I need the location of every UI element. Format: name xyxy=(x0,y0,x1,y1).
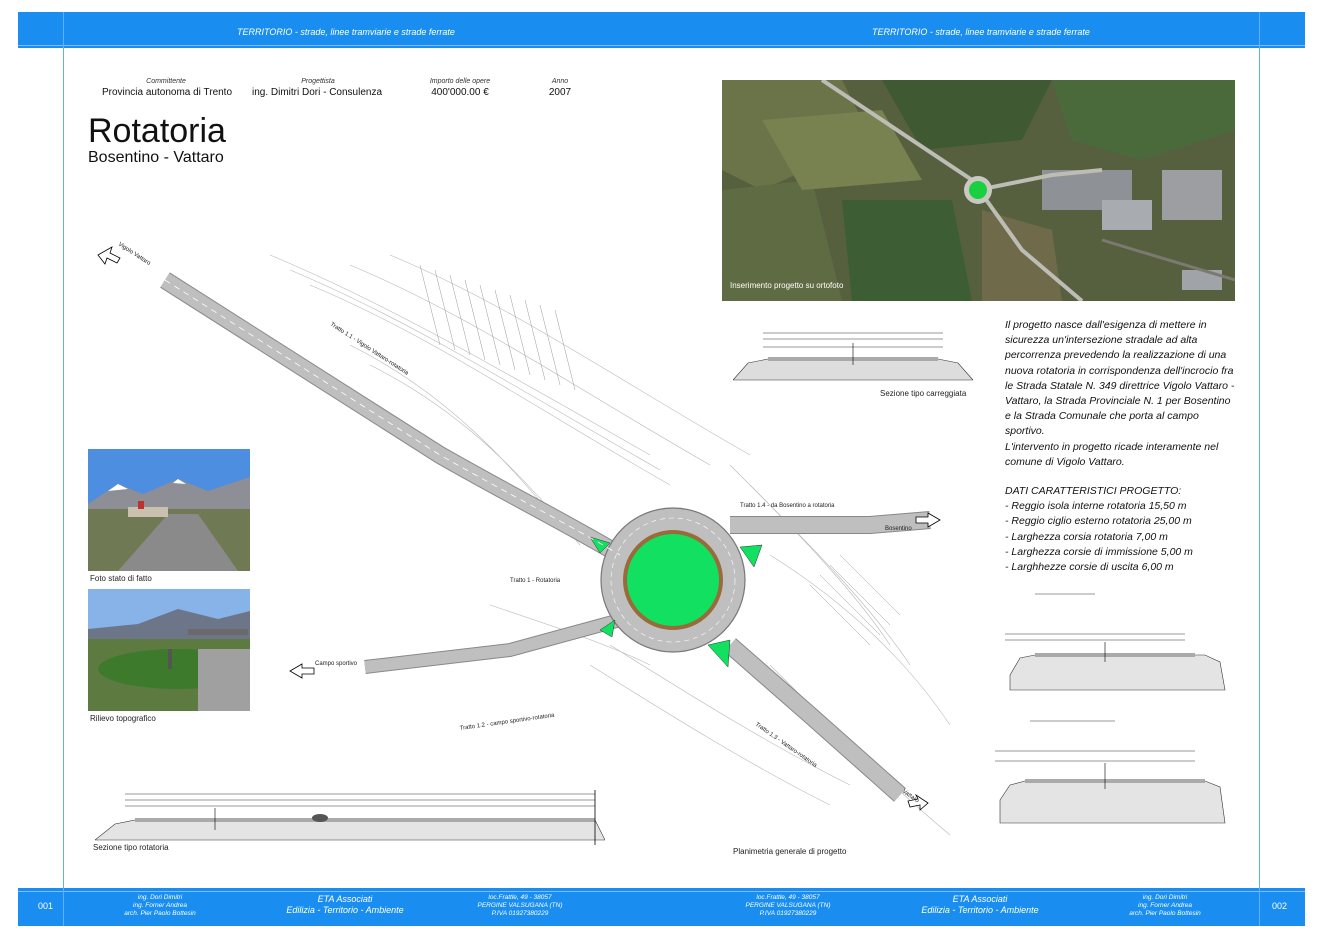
address-line-3: P.IVA 01927380229 xyxy=(491,910,549,917)
author-3: arch. Pier Paolo Bottesin xyxy=(124,910,196,917)
spec-item: - Reggio isola interne rotatoria 15,50 m xyxy=(1005,500,1187,513)
planimetria-caption: Planimetria generale di progetto xyxy=(733,847,847,856)
page-number-right: 002 xyxy=(1272,901,1288,911)
sezione-rotatoria-caption: Sezione tipo rotatoria xyxy=(93,843,169,852)
footer-authors-left: ing. Dori Dimitri ing. Forner Andrea arc… xyxy=(100,894,220,918)
spec-item: - Larghezza corsie di immissione 5,00 m xyxy=(1005,545,1193,558)
plan-label-vigolo: Vigolo Vattaro xyxy=(117,242,152,268)
sezione-ramo-immissione-drawing xyxy=(1005,593,1226,691)
importo-label: Importo delle opere xyxy=(429,78,491,85)
committente-label: Committente xyxy=(146,78,186,85)
committente-value: Provincia autonoma di Trento xyxy=(101,87,233,98)
project-specs: DATI CARATTERISTICI PROGETTO: - Reggio i… xyxy=(1005,484,1235,575)
plan-label-tratto13: Tratto 1.3 - Vattaro-rotatoria xyxy=(754,722,818,770)
author-3: arch. Pier Paolo Bottesin xyxy=(1129,910,1201,917)
author-2: ing. Forner Andrea xyxy=(133,902,187,909)
spec-item: - Larghhezze corsie di uscita 6,00 m xyxy=(1005,561,1174,574)
author-2: ing. Forner Andrea xyxy=(1138,902,1192,909)
company-name: ETA Associati xyxy=(952,894,1008,904)
header-left-text: TERRITORIO - strade, linee tramviarie e … xyxy=(237,27,455,37)
address-line-3: P.IVA 01927380229 xyxy=(759,910,817,917)
plan-label-tratto12: Tratto 1.2 - campo sportivo-rotatoria xyxy=(459,713,555,732)
page-margin-left xyxy=(63,12,64,926)
planimetria-drawing: Vigolo Vattaro Tratto 1.1 - Vigolo Vatta… xyxy=(97,242,951,836)
company-name: ETA Associati xyxy=(317,894,373,904)
author-1: ing. Dori Dimitri xyxy=(1142,894,1188,901)
progettista-value: ing. Dimitri Dori - Consulenza xyxy=(251,87,383,98)
sezione-ramo-uscita-drawing xyxy=(995,720,1226,824)
plan-label-bosentino: Bosentino xyxy=(885,526,912,532)
spec-item: - Reggio ciglio esterno rotatoria 25,00 … xyxy=(1005,515,1192,528)
progettista-label: Progettista xyxy=(301,78,335,85)
specs-title: DATI CARATTERISTICI PROGETTO: xyxy=(1005,485,1182,497)
company-tagline: Edilizia - Territorio - Ambiente xyxy=(286,905,404,915)
plan-label-tratto11: Tratto 1.1 - Vigolo Vattaro-rotatoria xyxy=(329,322,410,377)
importo-value: 400'000.00 € xyxy=(431,87,489,98)
footer-company-right: ETA Associati Edilizia - Territorio - Am… xyxy=(905,894,1055,916)
page-subtitle: Bosentino - Vattaro xyxy=(88,149,224,166)
footer-address-right: loc.Frattle, 49 - 38057 PERGINE VALSUGAN… xyxy=(728,894,848,918)
header-rule xyxy=(18,45,1305,46)
address-line-1: loc.Frattle, 49 - 38057 xyxy=(488,894,552,901)
address-line-2: PERGINE VALSUGANA (TN) xyxy=(477,902,563,909)
project-description: Il progetto nasce dall'esigenza di mette… xyxy=(1005,318,1235,470)
sezione-carreggiata-drawing xyxy=(733,332,973,381)
description-paragraph-1: Il progetto nasce dall'esigenza di mette… xyxy=(1005,319,1235,438)
address-line-2: PERGINE VALSUGANA (TN) xyxy=(745,902,831,909)
page-margin-right xyxy=(1259,12,1260,926)
footer-authors-right: ing. Dori Dimitri ing. Forner Andrea arc… xyxy=(1105,894,1225,918)
address-line-1: loc.Frattle, 49 - 38057 xyxy=(756,894,820,901)
plan-label-tratto14: Tratto 1.4 - da Bosentino a rotatoria xyxy=(740,503,835,509)
page-number-left: 001 xyxy=(38,901,54,911)
anno-value: 2007 xyxy=(548,87,572,98)
header-band xyxy=(18,12,1305,48)
footer-rule xyxy=(18,891,1305,892)
company-tagline: Edilizia - Territorio - Ambiente xyxy=(921,905,1039,915)
anno-label: Anno xyxy=(551,78,569,85)
plan-label-campo: Campo sportivo xyxy=(315,661,358,667)
spec-item: - Larghezza corsia rotatoria 7,00 m xyxy=(1005,530,1168,543)
plan-label-tratto1: Tratto 1 - Rotatoria xyxy=(510,578,561,584)
footer-address-left: loc.Frattle, 49 - 38057 PERGINE VALSUGAN… xyxy=(460,894,580,918)
sezione-carreggiata-caption: Sezione tipo carreggiata xyxy=(880,389,967,398)
sezione-rotatoria-drawing xyxy=(95,790,605,845)
header-right-text: TERRITORIO - strade, linee tramviarie e … xyxy=(872,27,1090,37)
author-1: ing. Dori Dimitri xyxy=(137,894,183,901)
footer-company-left: ETA Associati Edilizia - Territorio - Am… xyxy=(270,894,420,916)
description-paragraph-2: L'intervento in progetto ricade interame… xyxy=(1005,440,1219,468)
page-title: Rotatoria xyxy=(88,112,226,150)
